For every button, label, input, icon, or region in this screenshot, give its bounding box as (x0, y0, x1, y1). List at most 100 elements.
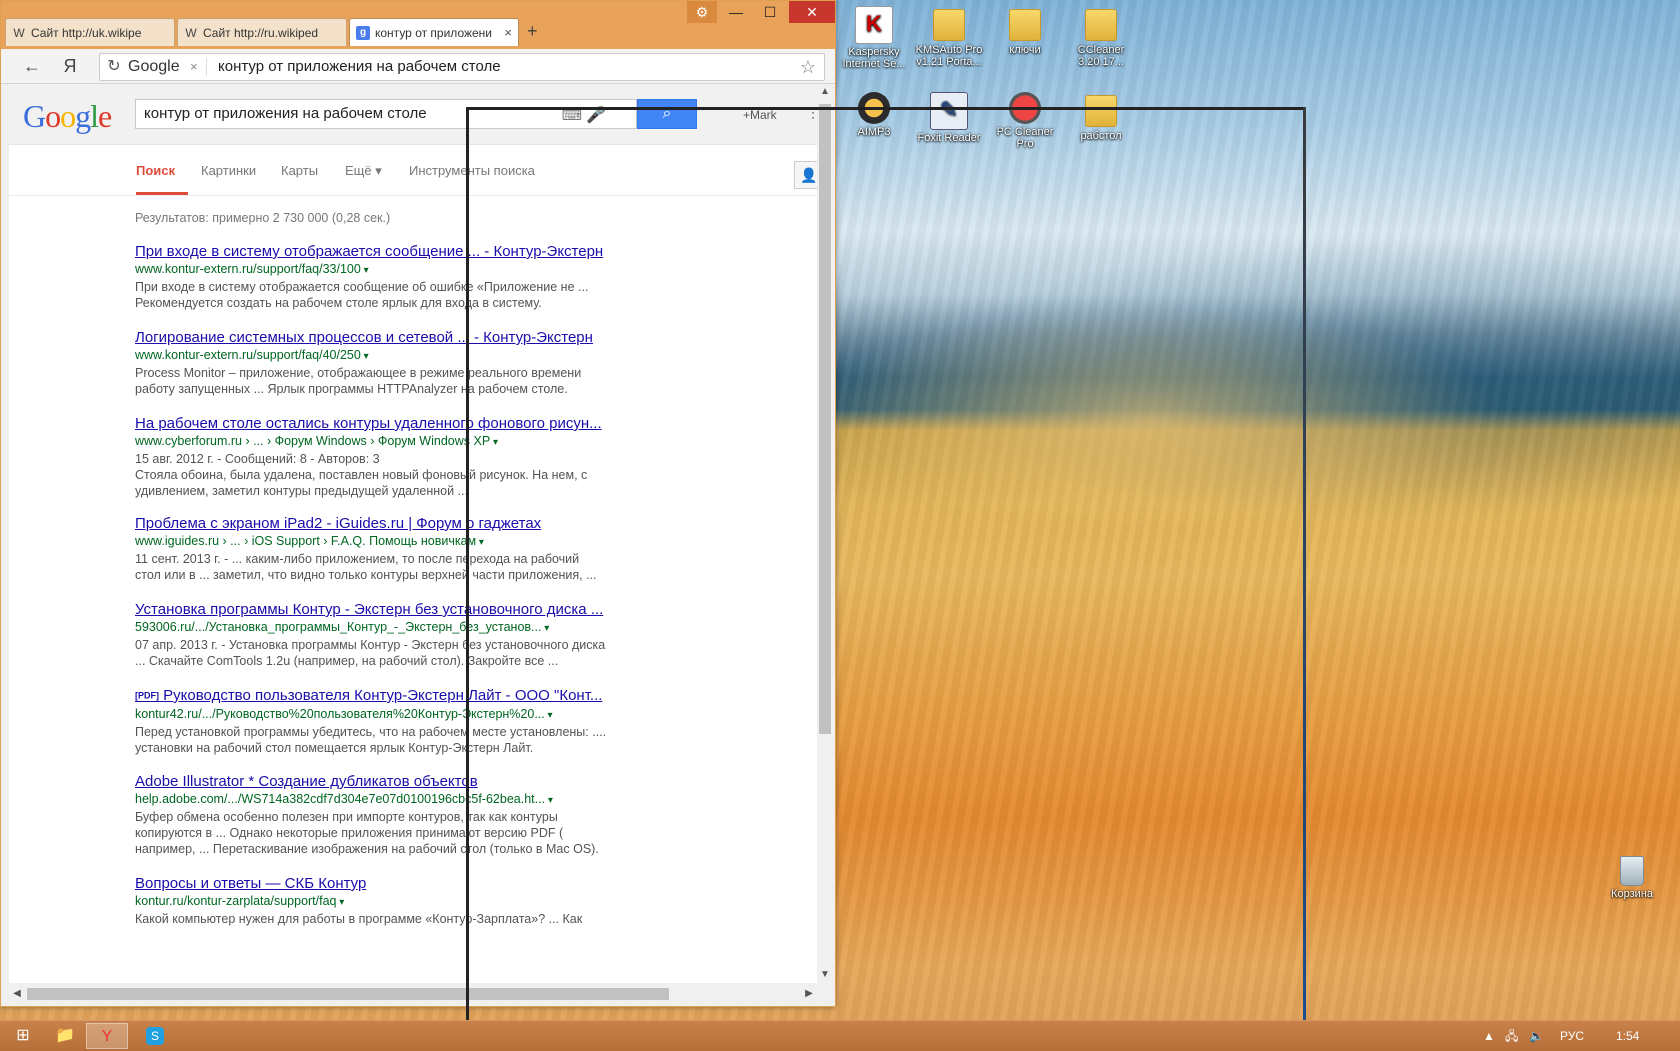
result-item: Adobe Illustrator * Создание дубликатов … (135, 772, 655, 857)
horizontal-scrollbar[interactable]: ◀ ▶ (9, 985, 817, 1003)
result-title[interactable]: Логирование системных процессов и сетево… (135, 328, 655, 347)
tray-show-hidden-icon[interactable]: ▲ (1483, 1021, 1495, 1051)
result-title[interactable]: Вопросы и ответы — СКБ Контур (135, 874, 655, 893)
result-item: [PDF] Руководство пользователя Контур-Эк… (135, 686, 655, 756)
result-snippet: Process Monitor – приложение, отображающ… (135, 366, 582, 380)
nav-more[interactable]: Ещё ▾ (345, 163, 382, 179)
tab-label: Сайт http://uk.wikipe (31, 25, 142, 40)
title-bar: W Сайт http://uk.wikipe W Сайт http://ru… (1, 1, 835, 49)
desktop-icon-kaspersky[interactable]: K Kaspersky Internet Se... (836, 6, 912, 70)
google-plus-link[interactable]: +Mark (743, 108, 777, 122)
web-page: Google контур от приложения на рабочем с… (9, 84, 817, 983)
maximize-button[interactable]: ☐ (753, 1, 787, 23)
desktop-icon-aimp3[interactable]: AIMP3 (836, 92, 912, 138)
scroll-thumb[interactable] (27, 988, 669, 1000)
result-url[interactable]: www.kontur-extern.ru/support/faq/33/100 (135, 261, 655, 279)
tab-close-icon[interactable]: × (504, 25, 512, 40)
scroll-right-icon[interactable]: ▶ (801, 985, 817, 1003)
minimize-button[interactable]: — (719, 1, 753, 23)
scroll-up-icon[interactable]: ▲ (817, 84, 833, 100)
overlay-frame-right (1303, 107, 1306, 1020)
new-tab-button[interactable]: + (527, 21, 538, 42)
bookmark-star-icon[interactable]: ☆ (800, 54, 816, 80)
desktop-icon-recycle-bin[interactable]: Корзина (1594, 856, 1670, 900)
address-bar[interactable]: ↻ Google × контур от приложения на рабоч… (99, 53, 825, 81)
scroll-thumb[interactable] (819, 104, 831, 734)
language-indicator[interactable]: РУС (1560, 1021, 1584, 1051)
result-snippet: работу запущенных ... Ярлык программы HT… (135, 382, 568, 396)
search-engine-label: Google (128, 58, 180, 75)
result-url[interactable]: kontur.ru/kontur-zarplata/support/faq (135, 893, 655, 911)
kaspersky-icon: K (855, 6, 893, 44)
divider (206, 58, 207, 76)
result-snippet: копируются в ... Однако некоторые прилож… (135, 826, 564, 840)
result-date: 15 авг. 2012 г. - Сообщений: 8 - Авторов… (135, 452, 380, 466)
result-title[interactable]: На рабочем столе остались контуры удален… (135, 414, 655, 433)
tab-uk-wikipedia[interactable]: W Сайт http://uk.wikipe (5, 18, 175, 46)
desktop-icon-kmsauto[interactable]: KMSAuto Pro v1.21 Porta... (911, 6, 987, 68)
google-header: Google контур от приложения на рабочем с… (9, 84, 817, 145)
nav-search[interactable]: Поиск (136, 163, 175, 178)
result-title[interactable]: Установка программы Контур - Экстерн без… (135, 600, 655, 619)
foxit-icon: ✎ (930, 92, 968, 130)
start-windows-icon[interactable]: ⊞ (2, 1023, 44, 1049)
result-url[interactable]: help.adobe.com/.../WS714a382cdf7d304e7e0… (135, 791, 655, 809)
engine-clear-icon[interactable]: × (190, 54, 198, 80)
result-snippet: стол или в ... заметил, что видно только… (135, 568, 597, 582)
browser-toolbar: ← Я ↻ Google × контур от приложения на р… (1, 49, 835, 84)
google-search-button[interactable]: ⌕ (637, 99, 697, 129)
result-snippet: Буфер обмена особенно полезен при импорт… (135, 810, 558, 824)
result-url[interactable]: kontur42.ru/.../Руководство%20пользовате… (135, 706, 655, 724)
result-snippet: При входе в систему отображается сообщен… (135, 280, 589, 294)
scroll-down-icon[interactable]: ▼ (817, 967, 833, 983)
result-url[interactable]: www.cyberforum.ru › ... › Форум Windows … (135, 433, 655, 451)
result-url[interactable]: www.kontur-extern.ru/support/faq/40/250 (135, 347, 655, 365)
profile-icon[interactable]: 👤 (794, 161, 817, 189)
result-snippet: удивлением, заметил контуры предыдущей у… (135, 484, 468, 498)
skype-icon[interactable]: S (134, 1023, 176, 1049)
result-item: Установка программы Контур - Экстерн без… (135, 600, 655, 669)
result-stats: Результатов: примерно 2 730 000 (0,28 се… (135, 211, 391, 225)
desktop-icon-klyuchi[interactable]: ключи (987, 6, 1063, 56)
vertical-scrollbar[interactable]: ▲ ▼ (817, 84, 833, 983)
network-icon[interactable]: 🖧 (1505, 1021, 1518, 1051)
settings-gear-icon[interactable]: ⚙ (687, 1, 717, 23)
yandex-button[interactable]: Я (57, 54, 83, 78)
result-title[interactable]: [PDF] Руководство пользователя Контур-Эк… (135, 686, 655, 706)
tab-ru-wikipedia[interactable]: W Сайт http://ru.wikiped (177, 18, 347, 46)
folder-icon (1085, 95, 1117, 127)
result-title[interactable]: При входе в систему отображается сообщен… (135, 242, 655, 261)
close-button[interactable]: ✕ (789, 1, 835, 23)
address-input[interactable]: контур от приложения на рабочем столе (218, 54, 501, 80)
scroll-left-icon[interactable]: ◀ (9, 985, 25, 1003)
result-url[interactable]: www.iguides.ru › ... › iOS Support › F.A… (135, 533, 655, 551)
result-item: На рабочем столе остались контуры удален… (135, 414, 655, 499)
result-snippet: Стояла обоина, была удалена, поставлен н… (135, 468, 588, 482)
desktop-icon-pccleaner[interactable]: PC Cleaner Pro (987, 92, 1063, 150)
file-explorer-icon[interactable]: 📁 (44, 1023, 86, 1049)
nav-maps[interactable]: Карты (281, 163, 318, 178)
result-snippet: установки на рабочий стол помещается ярл… (135, 740, 534, 755)
result-url[interactable]: 593006.ru/.../Установка_программы_Контур… (135, 619, 655, 637)
nav-images[interactable]: Картинки (201, 163, 256, 178)
desktop-icon-ccleaner[interactable]: CCleaner 3.20.17... (1063, 6, 1139, 68)
desktop-icon-foxit[interactable]: ✎ Foxit Reader (911, 92, 987, 144)
desktop-icon-rabstol[interactable]: рабстол (1063, 92, 1139, 142)
google-search-input[interactable]: контур от приложения на рабочем столе ⌨ … (135, 99, 637, 129)
clock[interactable]: 1:54 (1616, 1021, 1639, 1051)
back-button[interactable]: ← (19, 54, 45, 78)
taskbar: ⊞ 📁 Y S ▲ 🖧 🔈 РУС 1:54 (0, 1020, 1680, 1051)
active-tab-underline (136, 192, 188, 195)
folder-icon (1085, 9, 1117, 41)
overlay-frame-top (466, 107, 1306, 110)
reload-icon[interactable]: ↻ (102, 54, 126, 80)
result-snippet: ... Скачайте ComTools 1.2u (например, на… (135, 654, 559, 668)
folder-icon (933, 9, 965, 41)
tab-google-search[interactable]: g контур от приложени × (349, 18, 519, 46)
volume-icon[interactable]: 🔈 (1529, 1021, 1544, 1051)
yandex-browser-icon[interactable]: Y (86, 1023, 128, 1049)
google-logo[interactable]: Google (23, 98, 112, 135)
result-title[interactable]: Проблема с экраном iPad2 - iGuides.ru | … (135, 514, 655, 533)
result-title[interactable]: Adobe Illustrator * Создание дубликатов … (135, 772, 655, 791)
nav-search-tools[interactable]: Инструменты поиска (409, 163, 535, 178)
